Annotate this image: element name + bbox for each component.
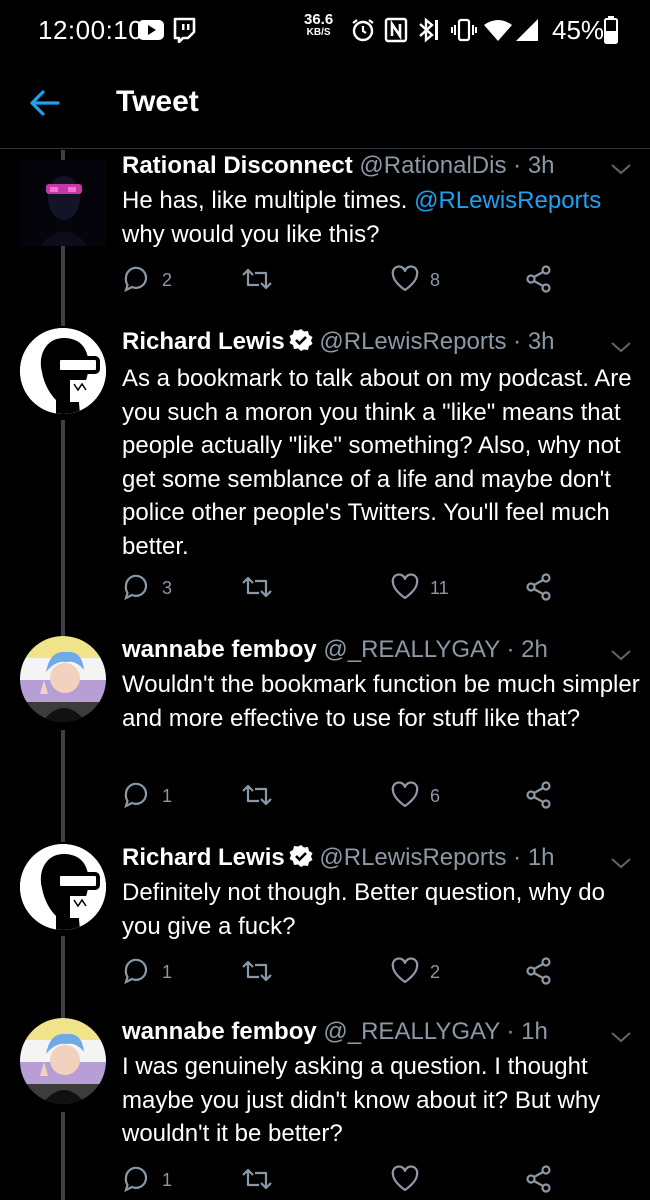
reply-count: 1 <box>162 786 173 806</box>
chevron-down-icon[interactable] <box>610 856 632 870</box>
like-count: 6 <box>430 786 441 806</box>
author-handle: @_REALLYGAY <box>323 1018 500 1045</box>
battery-percent: 45% <box>552 15 605 45</box>
share-icon <box>526 573 551 601</box>
tweet[interactable]: Richard Lewis @RLewisReports · 1h Defini… <box>0 844 650 1004</box>
reply-icon <box>124 266 148 293</box>
page-title: Tweet <box>116 85 199 118</box>
author-handle: @RLewisReports <box>319 844 507 871</box>
tweet-text: He has, like multiple times. @RLewisRepo… <box>122 184 642 251</box>
net-speed: 36.6 KB/S <box>304 12 333 38</box>
alarm-icon <box>350 17 376 48</box>
tweet-text: I was genuinely asking a question. I tho… <box>122 1053 601 1147</box>
author-name[interactable]: Richard Lewis <box>122 328 285 355</box>
tweet-text: As a bookmark to talk about on my podcas… <box>122 365 632 560</box>
tweet-actions: 1 6 <box>122 780 642 814</box>
reply-icon <box>124 958 148 985</box>
nfc-icon <box>384 17 408 48</box>
tweet-actions: 1 2 <box>122 956 642 990</box>
verified-badge-icon <box>289 328 313 352</box>
reply-icon <box>124 1166 148 1193</box>
author-name[interactable]: Richard Lewis <box>122 844 285 871</box>
reply-count: 1 <box>162 1170 173 1190</box>
author-name[interactable]: Rational Disconnect <box>122 152 353 179</box>
tweet-header: Richard Lewis @RLewisReports · 1h <box>122 844 555 871</box>
tweet-time: 1h <box>521 1018 548 1045</box>
twitch-icon <box>172 17 196 48</box>
like-count: 2 <box>430 962 441 982</box>
tweet-header: wannabe femboy @_REALLYGAY · 1h <box>122 1018 548 1045</box>
signal-icon <box>514 17 540 48</box>
status-time: 12:00:10 <box>38 15 144 45</box>
app-header: Tweet <box>0 58 650 149</box>
tweet-header: Richard Lewis @RLewisReports · 3h <box>122 328 555 355</box>
status-bar: 12:00:10 36.6 KB/S 45% <box>0 0 650 58</box>
retweet-icon <box>242 784 272 806</box>
verified-badge-icon <box>289 844 313 868</box>
tweet-time: 1h <box>527 844 555 871</box>
chevron-down-icon[interactable] <box>610 1030 632 1044</box>
like-count: 8 <box>430 270 441 290</box>
tweet[interactable]: wannabe femboy @_REALLYGAY · 1h I was ge… <box>0 1018 650 1200</box>
net-speed-value: 36.6 <box>304 11 334 28</box>
youtube-icon <box>138 20 164 45</box>
retweet-icon <box>242 1168 272 1190</box>
retweet-icon <box>242 960 272 982</box>
tweet-actions: 3 11 <box>122 572 642 606</box>
share-icon <box>526 265 551 293</box>
vibrate-icon <box>450 17 478 48</box>
tweet-text: Definitely not though. Better question, … <box>122 879 605 940</box>
share-icon <box>526 781 551 809</box>
mention-link[interactable]: @RLewisReports <box>414 187 601 214</box>
heart-icon <box>391 573 419 600</box>
author-handle: @RLewisReports <box>319 328 507 355</box>
tweet[interactable]: Richard Lewis @RLewisReports · 3h As a b… <box>0 328 650 618</box>
tweet-header: Rational Disconnect @RationalDis · 3h <box>122 152 555 179</box>
like-count: 11 <box>430 578 449 598</box>
avatar-wannabe-femboy[interactable] <box>20 1018 106 1104</box>
heart-icon <box>391 781 419 808</box>
retweet-icon <box>242 576 272 598</box>
avatar-richard-lewis[interactable] <box>20 844 106 930</box>
tweet-text: Wouldn't the bookmark function be much s… <box>122 671 640 732</box>
heart-icon <box>391 1165 419 1192</box>
tweet-header: wannabe femboy @_REALLYGAY · 2h <box>122 636 548 663</box>
bluetooth-icon <box>416 17 440 48</box>
tweet[interactable]: wannabe femboy @_REALLYGAY · 2h Wouldn't… <box>0 636 650 826</box>
reply-icon <box>124 574 148 601</box>
tweet-time: 3h <box>527 152 555 179</box>
chevron-down-icon[interactable] <box>610 648 632 662</box>
heart-icon <box>391 957 419 984</box>
tweet-actions: 2 8 <box>122 264 642 298</box>
tweet[interactable]: Rational Disconnect @RationalDis · 3h He… <box>0 150 650 310</box>
reply-icon <box>124 782 148 809</box>
avatar-richard-lewis[interactable] <box>20 328 106 414</box>
tweet-text-part: why would you like this? <box>122 220 380 248</box>
avatar-wannabe-femboy[interactable] <box>20 636 106 722</box>
author-handle: @_REALLYGAY <box>323 636 500 663</box>
chevron-down-icon[interactable] <box>610 162 632 176</box>
reply-count: 2 <box>162 270 173 290</box>
tweet-text-part: He has, like multiple times. <box>122 187 415 214</box>
chevron-down-icon[interactable] <box>610 340 632 354</box>
share-icon <box>526 957 551 985</box>
tweet-time: 2h <box>521 636 548 663</box>
reply-count: 1 <box>162 962 173 982</box>
back-arrow-icon[interactable] <box>28 86 62 120</box>
retweet-icon <box>242 268 272 290</box>
avatar-rational-disconnect[interactable] <box>20 160 106 246</box>
author-name[interactable]: wannabe femboy <box>122 1018 317 1045</box>
net-speed-unit: KB/S <box>306 27 331 38</box>
heart-icon <box>391 265 419 292</box>
author-handle: @RationalDis <box>359 152 507 179</box>
share-icon <box>526 1165 551 1193</box>
tweet-time: 3h <box>527 328 555 355</box>
author-name[interactable]: wannabe femboy <box>122 636 317 663</box>
tweet-actions: 1 <box>122 1164 642 1198</box>
reply-count: 3 <box>162 578 173 598</box>
wifi-icon <box>484 19 512 46</box>
battery-icon <box>604 16 618 49</box>
